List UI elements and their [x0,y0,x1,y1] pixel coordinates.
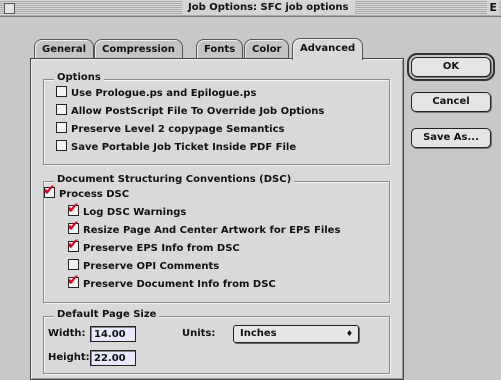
preserve-doc-info-checkbox[interactable]: ✔ Preserve Document Info from DSC [67,273,276,291]
checkbox-box[interactable] [56,122,67,133]
width-label: Width: [48,328,86,339]
dsc-group: Document Structuring Conventions (DSC) ✔… [43,174,390,303]
height-field[interactable]: 22.00 [90,350,136,366]
preserve-opi-checkbox[interactable]: Preserve OPI Comments [68,259,219,273]
checkbox-box[interactable] [56,140,67,151]
checkmark-icon: ✔ [67,235,80,253]
width-field[interactable]: 14.00 [90,326,136,342]
units-select[interactable]: Inches ♦ [233,325,359,343]
checkbox-box[interactable] [68,259,79,270]
options-group-title: Options [54,72,104,83]
cancel-button[interactable]: Cancel [411,92,491,112]
checkmark-icon: ✔ [67,217,80,235]
log-dsc-warnings-checkbox[interactable]: ✔ Log DSC Warnings [67,201,186,219]
job-options-dialog: General Compression Fonts Color Advanced… [0,17,501,380]
checkbox-box[interactable]: ✔ [43,183,56,198]
zoom-box[interactable]: E [487,1,499,15]
tab-color[interactable]: Color [244,39,290,59]
ok-button[interactable]: OK [407,53,495,81]
advanced-panel: Options Use Prologue.ps and Epilogue.ps … [30,58,404,380]
preserve-eps-info-checkbox[interactable]: ✔ Preserve EPS Info from DSC [67,237,240,255]
tab-fonts[interactable]: Fonts [196,39,244,59]
checkbox-box[interactable]: ✔ [67,273,80,288]
tab-compression[interactable]: Compression [94,39,183,59]
process-dsc-checkbox[interactable]: ✔ Process DSC [43,183,129,201]
checkmark-icon: ✔ [43,181,56,199]
checkbox-box[interactable]: ✔ [67,219,80,234]
window-title: Job Options: SFC job options [182,1,355,15]
checkbox-box[interactable]: ✔ [67,201,80,216]
page-size-group: Default Page Size Width: 14.00 Height: 2… [43,309,390,374]
title-bar[interactable]: Job Options: SFC job options E [0,0,501,17]
tab-advanced[interactable]: Advanced [292,38,364,60]
close-box[interactable] [4,3,15,14]
units-label: Units: [182,328,216,339]
checkmark-icon: ✔ [67,271,80,289]
save-as-button[interactable]: Save As... [411,128,491,148]
height-label: Height: [48,352,90,363]
checkmark-icon: ✔ [67,199,80,217]
units-value: Inches [240,328,277,339]
checkbox-box[interactable] [56,86,67,97]
checkbox-box[interactable]: ✔ [67,237,80,252]
resize-page-checkbox[interactable]: ✔ Resize Page And Center Artwork for EPS … [67,219,340,237]
popup-arrow-icon: ♦ [345,329,353,338]
save-job-ticket-checkbox[interactable]: Save Portable Job Ticket Inside PDF File [56,140,296,154]
allow-ps-override-checkbox[interactable]: Allow PostScript File To Override Job Op… [56,104,324,118]
tab-general[interactable]: General [34,39,94,59]
dsc-group-title: Document Structuring Conventions (DSC) [54,174,295,185]
preserve-copypage-checkbox[interactable]: Preserve Level 2 copypage Semantics [56,122,284,136]
options-group: Options Use Prologue.ps and Epilogue.ps … [43,72,390,165]
page-size-group-title: Default Page Size [54,309,160,320]
use-prologue-checkbox[interactable]: Use Prologue.ps and Epilogue.ps [56,86,256,100]
checkbox-box[interactable] [56,104,67,115]
